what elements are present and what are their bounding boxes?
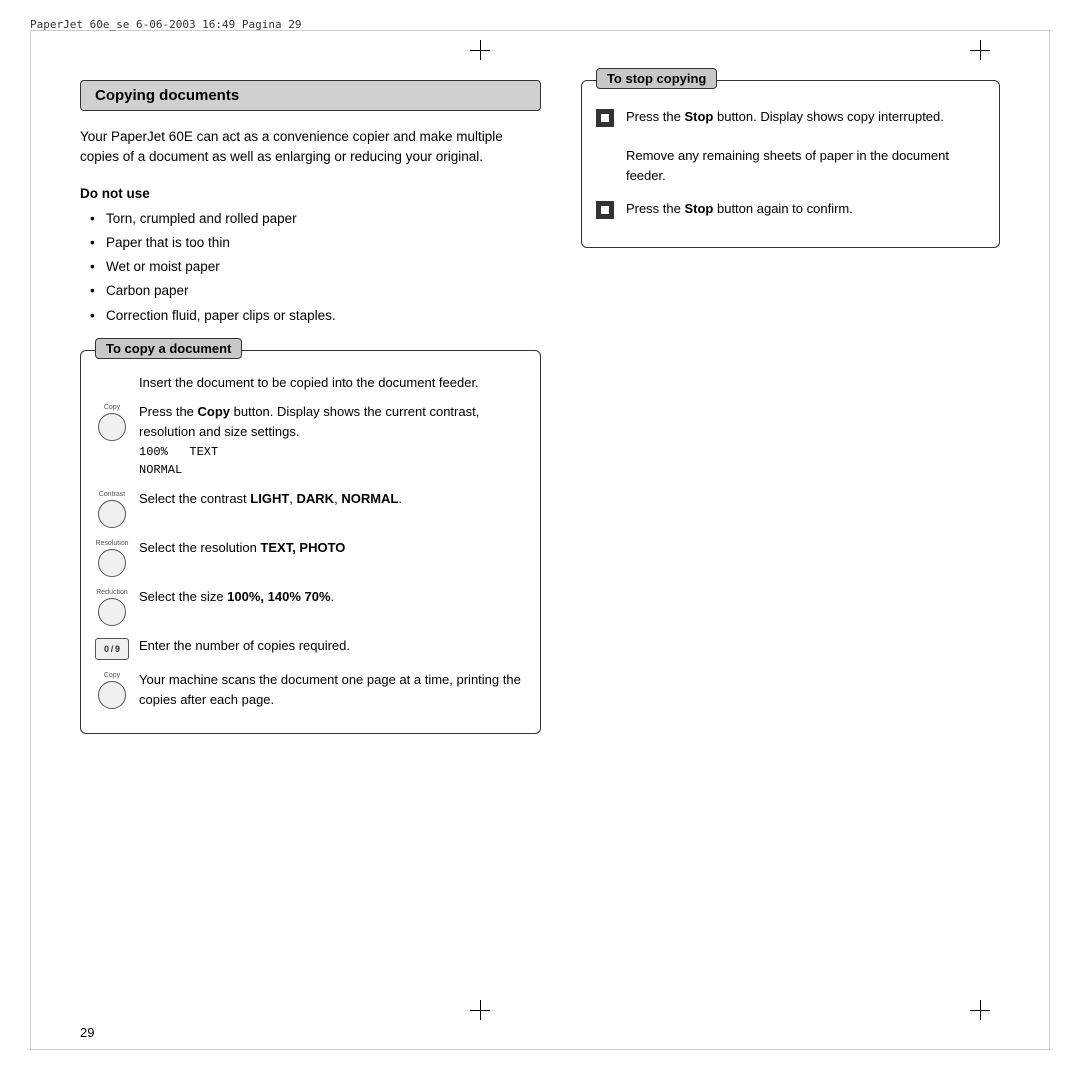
left-column: Copying documents Your PaperJet 60E can … [80,60,541,1020]
main-content: Copying documents Your PaperJet 60E can … [80,60,1000,1020]
step-icon-reduction: Reduction [95,587,129,626]
btn-circle-contrast [98,500,126,528]
copy-step-5: Reduction Select the size 100%, 140% 70%… [95,587,526,626]
step-text-2: Press the Copy button. Display shows the… [139,402,526,479]
step-text-7: Your machine scans the document one page… [139,670,526,709]
list-item: Correction fluid, paper clips or staples… [90,306,541,326]
cross-mark-tl [470,40,490,60]
step-icon-contrast: Contrast [95,489,129,528]
copy-step-7: Copy Your machine scans the document one… [95,670,526,709]
step-text-4: Select the resolution TEXT, PHOTO [139,538,526,558]
btn-circle-reduction [98,598,126,626]
section-title: Copying documents [80,80,541,111]
stop-steps: Press the Stop button. Display shows cop… [596,107,985,219]
btn-circle-copy [98,413,126,441]
stop-icon-inner-2 [601,206,609,214]
btn-circle-resolution [98,549,126,577]
stop-step-1: Press the Stop button. Display shows cop… [596,107,985,185]
copy-doc-box-title: To copy a document [95,338,242,359]
page: PaperJet 60e_se 6-06-2003 16:49 Pagina 2… [0,0,1080,1080]
list-item: Wet or moist paper [90,257,541,277]
list-item: Paper that is too thin [90,233,541,253]
step-icon-copy: Copy [95,402,129,441]
page-number: 29 [80,1025,94,1040]
btn-label-copy: Copy [104,404,120,411]
stop-icon-1 [596,109,614,127]
list-item: Carbon paper [90,281,541,301]
stop-copy-box: To stop copying Press the Stop button. D… [581,80,1000,248]
copy-doc-box: To copy a document Insert the document t… [80,350,541,735]
btn-circle-copy2 [98,681,126,709]
do-not-use-title: Do not use [80,186,541,201]
bullet-list: Torn, crumpled and rolled paper Paper th… [80,209,541,326]
btn-label-copy2: Copy [104,672,120,679]
stop-icon-inner-1 [601,114,609,122]
right-column: To stop copying Press the Stop button. D… [581,60,1000,1020]
step-icon-copy2: Copy [95,670,129,709]
stop-step-2: Press the Stop button again to confirm. [596,199,985,219]
stop-step-text-1: Press the Stop button. Display shows cop… [626,107,985,185]
keypad-icon: 0 / 9 [95,638,129,660]
copy-step-4: Resolution Select the resolution TEXT, P… [95,538,526,577]
btn-label-reduction: Reduction [96,589,128,596]
copy-step-3: Contrast Select the contrast LIGHT, DARK… [95,489,526,528]
stop-icon-2 [596,201,614,219]
copy-step-2: Copy Press the Copy button. Display show… [95,402,526,479]
cross-mark-tr [970,40,990,60]
display-readout: 100% TEXTNORMAL [139,443,526,479]
intro-text: Your PaperJet 60E can act as a convenien… [80,127,541,168]
stop-copy-box-title: To stop copying [596,68,717,89]
step-text-5: Select the size 100%, 140% 70%. [139,587,526,607]
step-icon-keypad: 0 / 9 [95,636,129,660]
step-icon-empty [95,373,129,375]
copy-steps: Insert the document to be copied into th… [95,373,526,710]
btn-label-resolution: Resolution [95,540,128,547]
copy-step-1: Insert the document to be copied into th… [95,373,526,393]
step-text-6: Enter the number of copies required. [139,636,526,656]
step-text-1: Insert the document to be copied into th… [139,373,526,393]
copy-step-6: 0 / 9 Enter the number of copies require… [95,636,526,660]
header-meta: PaperJet 60e_se 6-06-2003 16:49 Pagina 2… [30,18,302,31]
stop-step-text-2: Press the Stop button again to confirm. [626,199,985,219]
step-icon-resolution: Resolution [95,538,129,577]
step-text-3: Select the contrast LIGHT, DARK, NORMAL. [139,489,526,509]
btn-label-contrast: Contrast [99,491,125,498]
list-item: Torn, crumpled and rolled paper [90,209,541,229]
